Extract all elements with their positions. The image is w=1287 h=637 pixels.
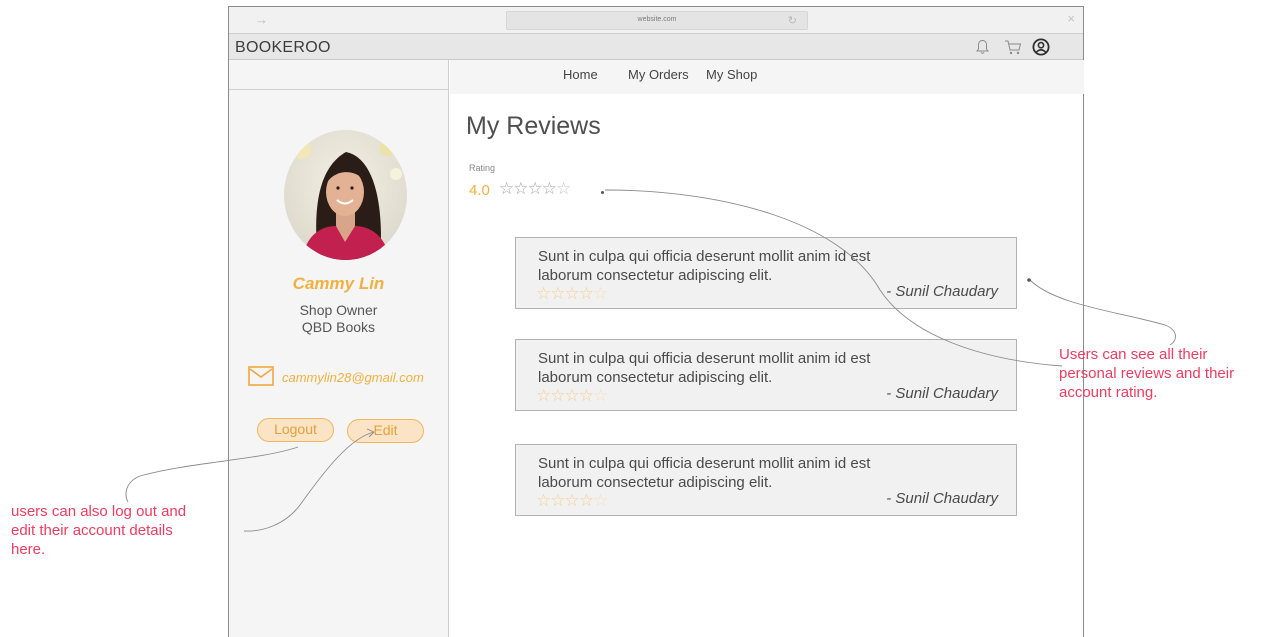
cart-icon[interactable] xyxy=(1004,38,1022,56)
star-icon: ☆ xyxy=(593,284,608,303)
review-author: - Sunil Chaudary xyxy=(886,490,998,507)
account-icon[interactable] xyxy=(1032,38,1050,56)
annotation-reviews: Users can see all their personal reviews… xyxy=(1059,345,1234,402)
sidebar-top-bar xyxy=(229,60,448,90)
profile-name: Cammy Lin xyxy=(292,274,385,293)
annotation-line: edit their account details xyxy=(11,522,173,539)
profile-role: Shop Owner xyxy=(299,302,378,318)
review-text-line: laborum consectetur adipiscing elit. xyxy=(538,474,773,491)
review-text: Sunt in culpa qui officia deserunt molli… xyxy=(538,349,938,387)
bell-icon[interactable] xyxy=(973,38,991,56)
edit-profile-button[interactable]: Edit xyxy=(347,419,424,443)
review-text-line: Sunt in culpa qui officia deserunt molli… xyxy=(538,248,871,265)
app-header: BOOKEROO xyxy=(229,34,1083,60)
review-text-line: Sunt in culpa qui officia deserunt molli… xyxy=(538,455,871,472)
reload-icon[interactable]: ↻ xyxy=(788,14,797,27)
review-text-line: laborum consectetur adipiscing elit. xyxy=(538,369,773,386)
logout-button[interactable]: Logout xyxy=(257,418,334,442)
url-text: website.com xyxy=(637,16,677,23)
top-nav: Home My Orders My Shop xyxy=(450,60,1084,94)
nav-my-orders[interactable]: My Orders xyxy=(628,67,689,82)
app-window: → website.com ↻ × BOOKEROO Cammy Lin Sho… xyxy=(228,6,1084,637)
brand-logo[interactable]: BOOKEROO xyxy=(235,39,331,57)
profile-email[interactable]: cammylin28@gmail.com xyxy=(282,370,424,385)
back-arrow-icon[interactable]: → xyxy=(255,12,268,27)
review-stars: ☆☆☆☆☆ xyxy=(536,284,608,304)
review-card: Sunt in culpa qui officia deserunt molli… xyxy=(515,237,1017,309)
star-icon: ☆ xyxy=(593,491,608,510)
rating-stars: ☆☆☆☆☆ xyxy=(499,179,571,199)
star-icon: ☆ xyxy=(593,386,608,405)
address-bar[interactable]: website.com ↻ xyxy=(506,11,808,30)
star-icon: ☆ xyxy=(564,386,580,405)
close-icon[interactable]: × xyxy=(1067,11,1075,26)
star-icon: ☆ xyxy=(499,179,514,198)
star-icon: ☆ xyxy=(564,284,580,303)
star-icon: ☆ xyxy=(578,284,594,303)
star-icon: ☆ xyxy=(536,284,551,303)
star-icon: ☆ xyxy=(550,284,565,303)
annotation-line: personal reviews and their xyxy=(1059,365,1235,382)
nav-my-shop[interactable]: My Shop xyxy=(706,67,757,82)
annotation-logout-edit: users can also log out and edit their ac… xyxy=(11,502,186,559)
avatar xyxy=(284,130,407,260)
star-icon: ☆ xyxy=(578,386,594,405)
review-text-line: Sunt in culpa qui officia deserunt molli… xyxy=(538,350,871,367)
star-icon: ☆ xyxy=(564,491,580,510)
annotation-line: Users can see all their xyxy=(1059,346,1208,363)
annotation-line: here. xyxy=(11,541,46,558)
profile-sidebar: Cammy Lin Shop Owner QBD Books cammylin2… xyxy=(229,60,449,637)
nav-home[interactable]: Home xyxy=(563,67,598,82)
review-author: - Sunil Chaudary xyxy=(886,283,998,300)
star-icon: ☆ xyxy=(536,491,551,510)
star-icon: ☆ xyxy=(550,491,565,510)
star-icon: ☆ xyxy=(578,491,594,510)
rating-label: Rating xyxy=(469,163,496,173)
review-card: Sunt in culpa qui officia deserunt molli… xyxy=(515,339,1017,411)
review-author: - Sunil Chaudary xyxy=(886,385,998,402)
rating-value: 4.0 xyxy=(469,182,490,199)
mail-icon xyxy=(248,366,274,386)
star-icon: ☆ xyxy=(536,386,551,405)
star-icon: ☆ xyxy=(541,179,557,198)
review-card: Sunt in culpa qui officia deserunt molli… xyxy=(515,444,1017,516)
annotation-anchor-dot xyxy=(601,191,604,194)
review-text: Sunt in culpa qui officia deserunt molli… xyxy=(538,454,938,492)
page-title: My Reviews xyxy=(466,112,601,140)
profile-shop: QBD Books xyxy=(301,319,376,335)
star-icon: ☆ xyxy=(550,386,565,405)
review-text-line: laborum consectetur adipiscing elit. xyxy=(538,267,773,284)
star-icon: ☆ xyxy=(556,179,571,198)
annotation-line: account rating. xyxy=(1059,384,1158,401)
star-icon: ☆ xyxy=(527,179,543,198)
annotation-line: users can also log out and xyxy=(11,503,187,520)
browser-bar: → website.com ↻ × xyxy=(229,7,1083,34)
review-stars: ☆☆☆☆☆ xyxy=(536,386,608,406)
star-icon: ☆ xyxy=(513,179,528,198)
review-text: Sunt in culpa qui officia deserunt molli… xyxy=(538,247,938,285)
review-stars: ☆☆☆☆☆ xyxy=(536,491,608,511)
